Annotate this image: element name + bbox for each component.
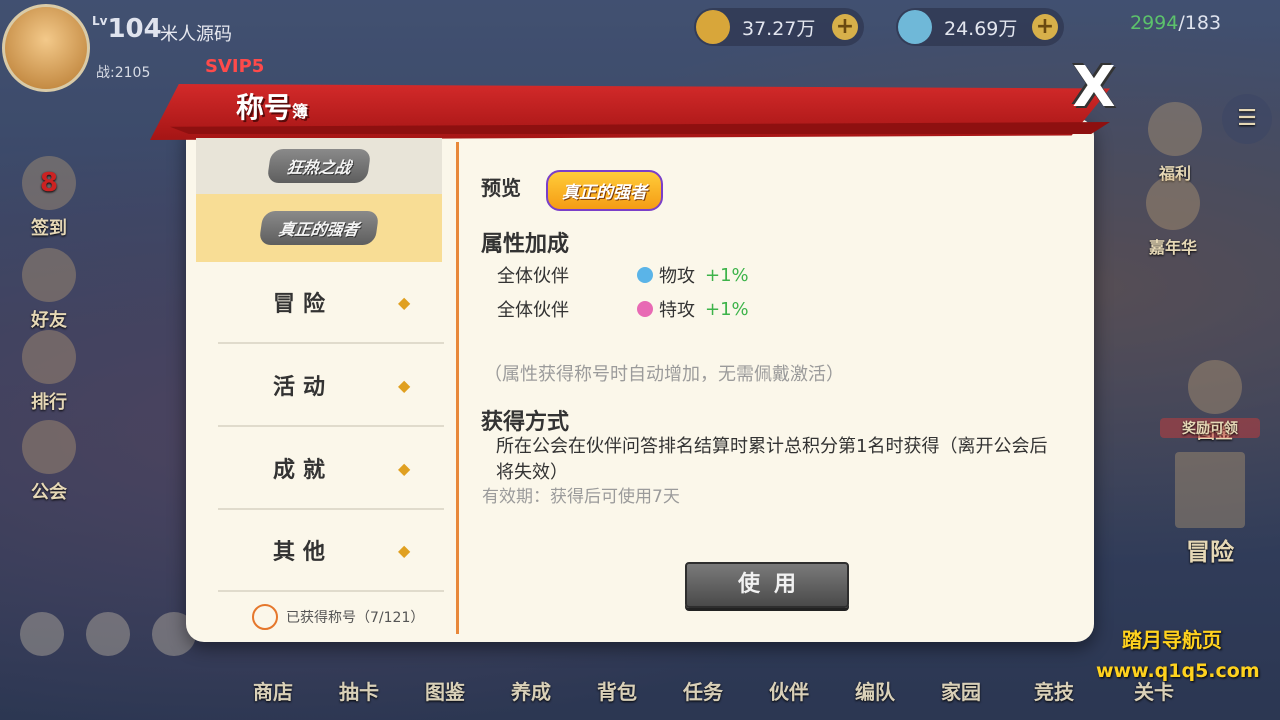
attribute-heading: 属性加成: [481, 232, 570, 257]
friends-button[interactable]: 好友: [14, 248, 84, 332]
category-achievement[interactable]: 成就 ◆: [218, 428, 444, 510]
trophy-icon: [22, 330, 76, 384]
gift-icon: [1148, 102, 1202, 156]
obtain-description: 所在公会在伙伴问答排名结算时累计总积分第1名时获得（离开公会后将失效）: [496, 436, 1048, 483]
special-attack-icon: [637, 301, 653, 317]
player-name: 米人源码: [160, 24, 232, 45]
physical-attack-icon: [637, 267, 653, 283]
category-adventure[interactable]: 冒险 ◆: [218, 262, 444, 344]
adventure-button[interactable]: 冒险: [1170, 452, 1250, 567]
preview-label: 预览: [481, 176, 521, 200]
diamond-resource: 24.69万 +: [896, 8, 1064, 46]
category-activity[interactable]: 活动 ◆: [218, 345, 444, 427]
diamond-icon: [898, 10, 932, 44]
use-button[interactable]: 使用: [685, 562, 849, 608]
arrow-down-icon: ◆: [398, 540, 411, 560]
add-gold-button[interactable]: +: [832, 14, 858, 40]
bottom-nav-item[interactable]: 编队: [832, 676, 918, 705]
bottom-nav-item[interactable]: 竞技: [1004, 676, 1104, 705]
attribute-row: 全体伙伴 特攻 +1%: [497, 298, 749, 322]
owned-titles-toggle[interactable]: 已获得称号（7/121）: [252, 604, 424, 630]
book-icon: [1188, 360, 1242, 414]
category-other[interactable]: 其他 ◆: [218, 510, 444, 592]
title-badge: 狂热之战: [266, 149, 372, 183]
stamina-counter: 2994/183: [1130, 12, 1222, 34]
watermark-title: 踏月导航页: [1122, 628, 1222, 652]
bottom-nav-item[interactable]: 养成: [488, 676, 574, 705]
calendar-icon: 8: [22, 156, 76, 210]
vip-badge[interactable]: SVIP5: [205, 56, 264, 77]
title-badge: 真正的强者: [258, 211, 380, 245]
diamond-value: 24.69万: [944, 17, 1018, 40]
title-item-frenzy[interactable]: 狂热之战: [196, 138, 442, 194]
arrow-down-icon: ◆: [398, 375, 411, 395]
guild-button[interactable]: 公会: [14, 420, 84, 504]
bottom-nav: 商店 抽卡 图鉴 养成 背包 任务 伙伴 编队 家园 竞技 关卡: [230, 676, 1204, 705]
player-avatar[interactable]: [2, 4, 90, 92]
carnival-icon: [1146, 176, 1200, 230]
preview-title-badge: 真正的强者: [546, 170, 663, 211]
panel-divider: [456, 142, 459, 634]
arrow-down-icon: ◆: [398, 292, 411, 312]
player-power: 战:2105: [96, 65, 151, 81]
attribute-note: （属性获得称号时自动增加，无需佩戴激活）: [484, 364, 844, 385]
obtain-heading: 获得方式: [481, 410, 570, 435]
bottom-nav-item[interactable]: 商店: [230, 676, 316, 705]
add-diamond-button[interactable]: +: [1032, 14, 1058, 40]
ranking-button[interactable]: 排行: [14, 330, 84, 414]
bottom-nav-item[interactable]: 任务: [660, 676, 746, 705]
close-button[interactable]: X: [1062, 56, 1126, 120]
gold-resource: 37.27万 +: [694, 8, 864, 46]
arrow-down-icon: ◆: [398, 458, 411, 478]
bottom-nav-item[interactable]: 图鉴: [402, 676, 488, 705]
bottom-nav-item[interactable]: 背包: [574, 676, 660, 705]
watermark-url: www.q1q5.com: [1096, 660, 1260, 682]
welfare-button[interactable]: 福利: [1140, 102, 1210, 184]
bottom-left-buttons: [20, 612, 196, 656]
attribute-row: 全体伙伴 物攻 +1%: [497, 264, 749, 288]
bottom-nav-item[interactable]: 家园: [918, 676, 1004, 705]
validity-text: 有效期：获得后可使用7天: [482, 487, 680, 507]
player-info[interactable]: Lv104 米人源码 战:2105 SVIP5: [0, 0, 280, 92]
carnival-button[interactable]: 嘉年华: [1130, 176, 1216, 258]
friends-icon: [22, 248, 76, 302]
gold-value: 37.27万: [742, 17, 816, 40]
chat-icon[interactable]: [20, 612, 64, 656]
reward-claim-tag[interactable]: 奖励可领: [1160, 418, 1260, 438]
checkin-button[interactable]: 8 签到: [14, 156, 84, 240]
checkbox[interactable]: [252, 604, 278, 630]
wanted-poster-icon: [1175, 452, 1245, 528]
gold-coin-icon: [696, 10, 730, 44]
player-level: Lv104: [92, 14, 162, 44]
menu-icon[interactable]: ☰: [1222, 94, 1272, 144]
bottom-nav-item[interactable]: 抽卡: [316, 676, 402, 705]
mail-icon[interactable]: [86, 612, 130, 656]
dialog-title: 称号簿: [236, 91, 309, 124]
ship-wheel-icon: [22, 420, 76, 474]
title-item-true-strong[interactable]: 真正的强者: [196, 194, 442, 262]
bottom-nav-item[interactable]: 伙伴: [746, 676, 832, 705]
